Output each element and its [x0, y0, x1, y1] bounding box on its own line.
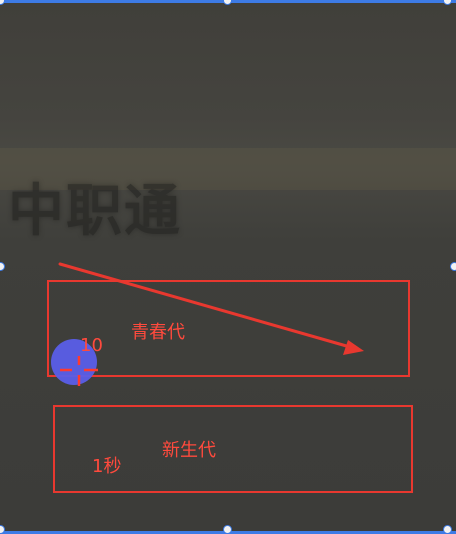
arrow-icon[interactable]	[58, 262, 364, 355]
annotation-overlay	[58, 262, 364, 355]
resize-handle-middle-right[interactable]	[450, 262, 456, 271]
screenshot-canvas: 中职通 青春代 10 新生代 1秒	[0, 0, 456, 534]
resize-handle-bottom-center[interactable]	[223, 525, 232, 534]
resize-handle-bottom-right[interactable]	[443, 525, 452, 534]
